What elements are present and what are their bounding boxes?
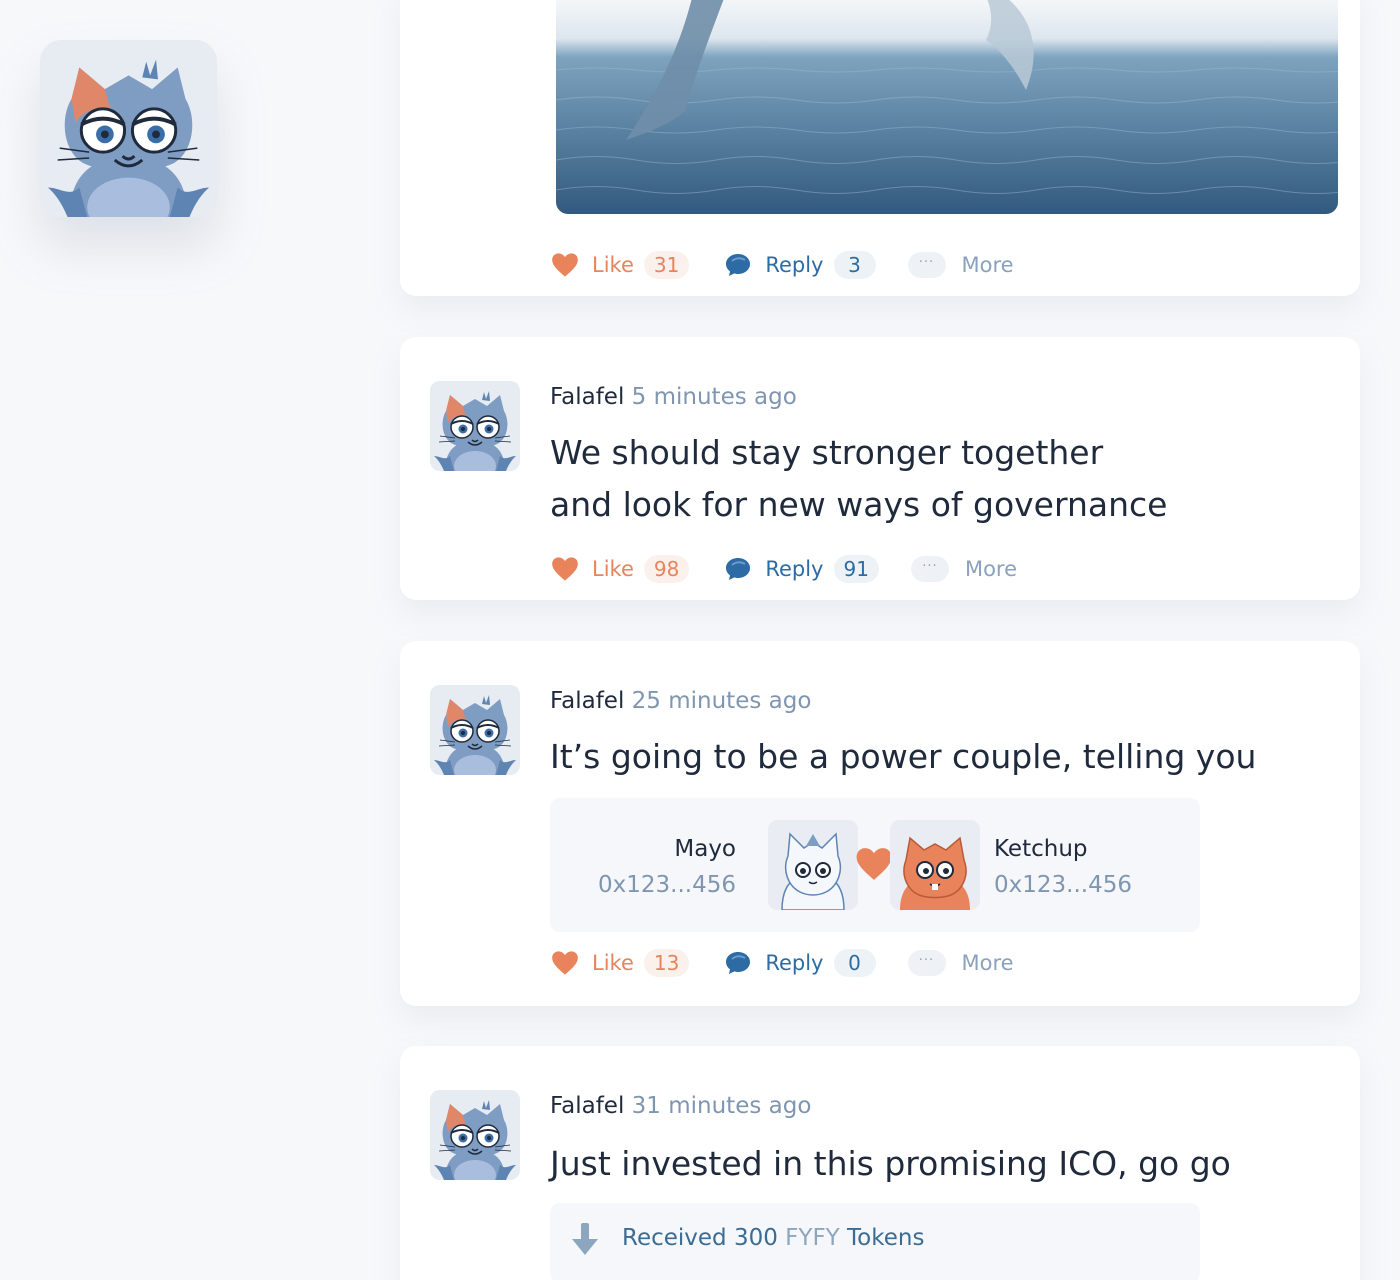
heart-icon xyxy=(550,250,580,280)
like-button[interactable]: Like 31 xyxy=(550,250,690,280)
post-card: Falafel 25 minutes ago It’s going to be … xyxy=(400,641,1360,1006)
post-image[interactable] xyxy=(556,0,1338,214)
like-count: 98 xyxy=(643,555,690,583)
profile-avatar[interactable] xyxy=(40,40,217,217)
reply-label: Reply xyxy=(765,557,824,581)
post-time: 5 minutes ago xyxy=(631,384,797,410)
left-kitty-info: Mayo 0x123...456 xyxy=(598,834,736,906)
reply-button[interactable]: Reply 3 xyxy=(723,250,876,280)
left-kitty-address: 0x123...456 xyxy=(598,872,736,898)
post-meta: Falafel 25 minutes ago xyxy=(550,685,811,717)
more-label: More xyxy=(961,253,1014,277)
reply-label: Reply xyxy=(765,253,824,277)
speech-bubble-icon xyxy=(723,250,753,280)
post-text-line: Just invested in this promising ICO, go … xyxy=(550,1144,1231,1183)
post-actions: Like 13 Reply 0 ··· More xyxy=(550,946,1014,980)
post-text-line: We should stay stronger together xyxy=(550,433,1104,472)
post-text-line: and look for new ways of governance xyxy=(550,485,1168,524)
post-actions: Like 31 Reply 3 ··· More xyxy=(550,248,1014,282)
left-kitty-avatar[interactable] xyxy=(768,820,858,910)
cat-avatar-icon xyxy=(40,40,217,217)
right-kitty-avatar[interactable] xyxy=(890,820,980,910)
reply-count: 0 xyxy=(833,949,876,977)
more-button[interactable]: ··· More xyxy=(907,252,1014,278)
author-name[interactable]: Falafel xyxy=(550,384,624,410)
token-transfer-card[interactable]: Received 300 FYFY Tokens xyxy=(550,1203,1200,1280)
like-label: Like xyxy=(592,557,634,581)
left-kitty-name: Mayo xyxy=(674,836,736,862)
reply-button[interactable]: Reply 91 xyxy=(723,554,879,584)
speech-bubble-icon xyxy=(723,948,753,978)
white-kitty-icon xyxy=(768,820,858,910)
speech-bubble-icon xyxy=(723,554,753,584)
post-time: 25 minutes ago xyxy=(631,688,812,714)
more-button[interactable]: ··· More xyxy=(910,556,1018,582)
heart-icon xyxy=(550,948,580,978)
ellipsis-icon: ··· xyxy=(910,556,949,582)
author-avatar[interactable] xyxy=(430,381,520,471)
author-avatar[interactable] xyxy=(430,1090,520,1180)
download-arrow-icon xyxy=(570,1223,600,1261)
like-label: Like xyxy=(592,951,634,975)
orange-kitty-icon xyxy=(890,820,980,910)
post-actions: Like 98 Reply 91 ··· More xyxy=(550,552,1017,586)
like-count: 31 xyxy=(643,251,690,279)
reply-count: 3 xyxy=(833,251,876,279)
post-meta: Falafel 5 minutes ago xyxy=(550,381,797,413)
token-transfer-text: Received 300 FYFY Tokens xyxy=(622,1225,924,1251)
kitty-pairing-card[interactable]: Mayo 0x123...456 Ketchup 0x123...456 xyxy=(550,798,1200,932)
more-label: More xyxy=(961,951,1014,975)
heart-icon xyxy=(855,846,893,886)
ellipsis-icon: ··· xyxy=(907,252,946,278)
post-card: Like 31 Reply 3 ··· More xyxy=(400,0,1360,296)
token-prefix: Received 300 xyxy=(622,1225,786,1251)
like-button[interactable]: Like 98 xyxy=(550,554,690,584)
post-time: 31 minutes ago xyxy=(631,1093,812,1119)
like-button[interactable]: Like 13 xyxy=(550,948,690,978)
right-kitty-info: Ketchup 0x123...456 xyxy=(994,834,1132,906)
post-card: Falafel 31 minutes ago Just invested in … xyxy=(400,1046,1360,1280)
author-name[interactable]: Falafel xyxy=(550,688,624,714)
post-text-line: It’s going to be a power couple, telling… xyxy=(550,737,1257,776)
like-label: Like xyxy=(592,253,634,277)
post-meta: Falafel 31 minutes ago xyxy=(550,1090,811,1122)
reply-button[interactable]: Reply 0 xyxy=(723,948,876,978)
ocean-whale-image xyxy=(556,0,1338,214)
right-kitty-name: Ketchup xyxy=(994,836,1088,862)
reply-label: Reply xyxy=(765,951,824,975)
heart-icon xyxy=(550,554,580,584)
reply-count: 91 xyxy=(833,555,879,583)
cat-avatar-icon xyxy=(430,685,520,775)
ellipsis-icon: ··· xyxy=(907,950,946,976)
right-kitty-address: 0x123...456 xyxy=(994,872,1132,898)
token-symbol: FYFY xyxy=(785,1225,840,1251)
more-label: More xyxy=(964,557,1018,581)
like-count: 13 xyxy=(643,949,690,977)
token-suffix: Tokens xyxy=(839,1225,925,1251)
author-name[interactable]: Falafel xyxy=(550,1093,624,1119)
cat-avatar-icon xyxy=(430,1090,520,1180)
more-button[interactable]: ··· More xyxy=(907,950,1014,976)
post-card: Falafel 5 minutes ago We should stay str… xyxy=(400,337,1360,600)
author-avatar[interactable] xyxy=(430,685,520,775)
cat-avatar-icon xyxy=(430,381,520,471)
